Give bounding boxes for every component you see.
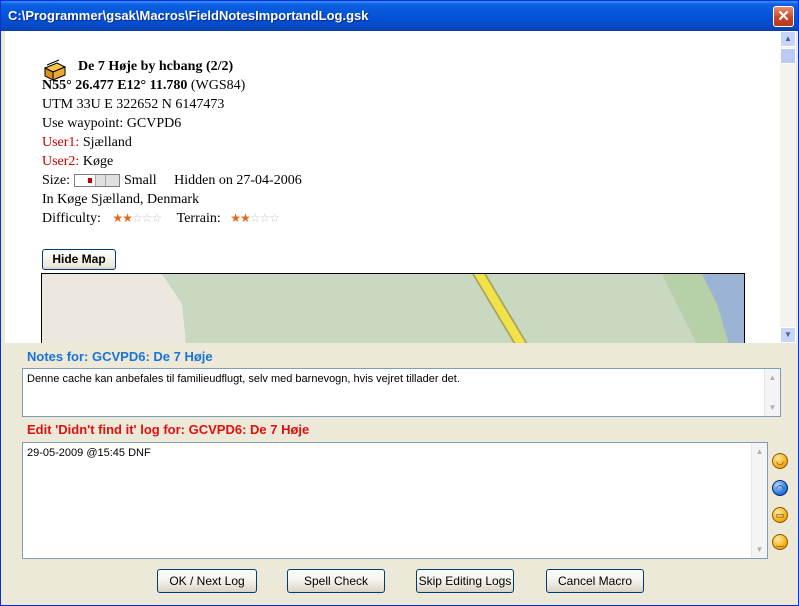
smile-icon[interactable]: ◡ [772, 453, 788, 469]
scroll-down-icon[interactable]: ▼ [780, 327, 796, 343]
notes-scroll-up-icon[interactable]: ▲ [765, 370, 780, 385]
close-button[interactable]: ✕ [773, 6, 794, 27]
rating-line: Difficulty: ★★☆☆☆ Terrain: ★★☆☆☆ [42, 209, 302, 228]
user1-label: User1: [42, 135, 80, 150]
description-scrollbar[interactable]: ▲ ▼ [780, 31, 796, 343]
notes-scroll-down-icon[interactable]: ▼ [765, 400, 780, 415]
spell-check-button[interactable]: Spell Check [287, 569, 385, 593]
log-scroll-down-icon[interactable]: ▼ [752, 542, 767, 557]
scroll-thumb[interactable] [780, 48, 796, 64]
log-heading: Edit 'Didn't find it' log for: GCVPD6: D… [27, 422, 310, 437]
user2-label: User2: [42, 154, 80, 169]
utm-coordinates: UTM 33U E 322652 N 6147473 [42, 97, 225, 112]
cancel-macro-button[interactable]: Cancel Macro [546, 569, 644, 593]
notes-field[interactable]: Denne cache kan anbefales til familieudf… [22, 368, 781, 417]
size-label: Size: [42, 173, 70, 188]
notes-text: Denne cache kan anbefales til familieudf… [27, 373, 460, 385]
macro-window: C:\Programmer\gsak\Macros\FieldNotesImpo… [0, 0, 799, 606]
difficulty-label: Difficulty: [42, 211, 101, 226]
notes-heading: Notes for: GCVPD6: De 7 Høje [27, 349, 213, 364]
log-scroll-up-icon[interactable]: ▲ [752, 444, 767, 459]
title-bar[interactable]: C:\Programmer\gsak\Macros\FieldNotesImpo… [1, 1, 798, 31]
terrain-stars-icon: ★★☆☆☆ [230, 211, 280, 225]
terrain-label: Terrain: [176, 211, 221, 226]
coordinates-line: N55° 26.477 E12° 11.780 (WGS84) [42, 76, 302, 95]
map-view[interactable] [41, 273, 745, 343]
skip-editing-logs-button[interactable]: Skip Editing Logs [416, 569, 514, 593]
cache-description-pane: De 7 Høje by hcbang (2/2) N55° 26.477 E1… [5, 31, 780, 343]
difficulty-stars-icon: ★★☆☆☆ [112, 211, 162, 225]
location-line: In Køge Sjælland, Denmark [42, 192, 200, 207]
hide-map-button[interactable]: Hide Map [42, 249, 116, 270]
notes-scrollbar[interactable]: ▲ ▼ [764, 369, 780, 416]
user2-line: User2: Køge [42, 152, 302, 171]
sad-icon[interactable]: ◠ [772, 480, 788, 496]
user1-line: User1: Sjælland [42, 133, 302, 152]
ok-next-log-button[interactable]: OK / Next Log [157, 569, 257, 593]
coordinates: N55° 26.477 E12° 11.780 [42, 78, 188, 93]
log-text-field[interactable]: 29-05-2009 @15:45 DNF ▲ ▼ [22, 442, 768, 559]
wink-icon[interactable]: ‿ [772, 534, 788, 550]
window-title: C:\Programmer\gsak\Macros\FieldNotesImpo… [8, 8, 369, 23]
scroll-up-icon[interactable]: ▲ [780, 31, 796, 47]
close-icon: ✕ [777, 8, 790, 25]
waypoint-line: Use waypoint: GCVPD6 [42, 116, 182, 131]
log-scrollbar[interactable]: ▲ ▼ [751, 443, 767, 558]
log-text: 29-05-2009 @15:45 DNF [27, 447, 151, 459]
big-grin-icon[interactable]: ▭ [772, 507, 788, 523]
size-line: Size: Small Hidden on 27-04-2006 [42, 171, 302, 190]
datum: (WGS84) [187, 78, 246, 93]
map-tiles [162, 274, 744, 343]
hidden-date: Hidden on 27-04-2006 [174, 173, 302, 188]
user1-value: Sjælland [79, 135, 132, 150]
cache-details: De 7 Høje by hcbang (2/2) N55° 26.477 E1… [42, 57, 302, 228]
size-value: Small [124, 173, 157, 188]
size-meter-icon [74, 174, 120, 188]
cache-name: De 7 Høje by hcbang (2/2) [78, 59, 234, 74]
user2-value: Køge [79, 154, 114, 169]
